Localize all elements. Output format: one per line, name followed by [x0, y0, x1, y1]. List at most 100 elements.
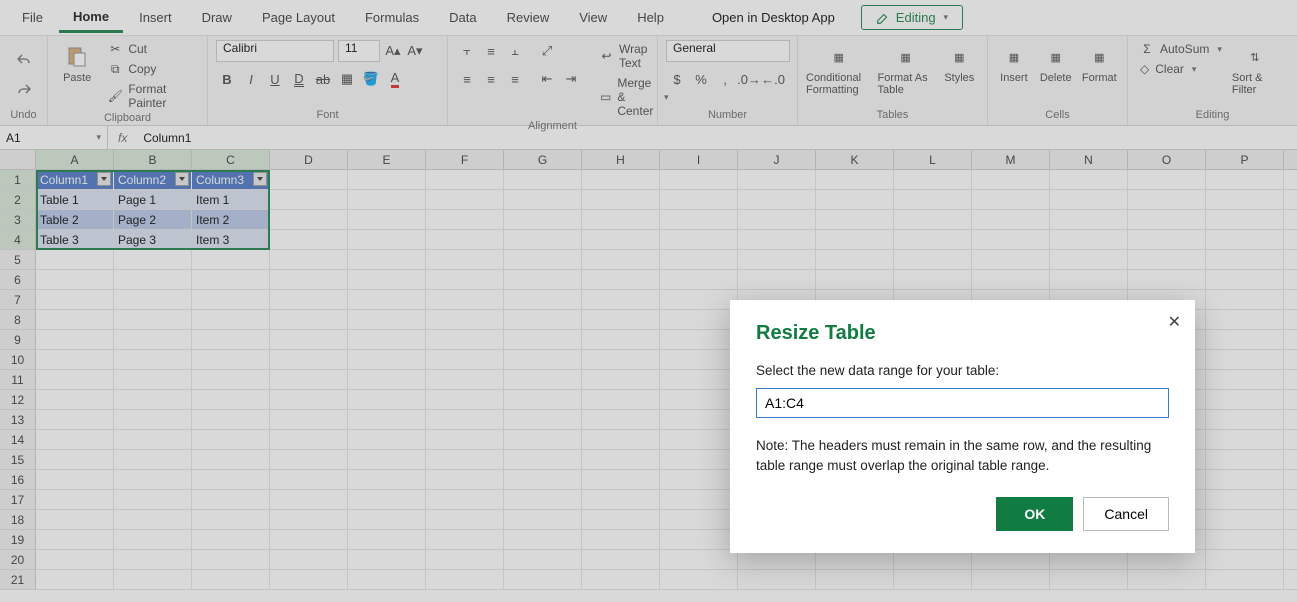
cell-J20[interactable] [738, 550, 816, 570]
cell-A21[interactable] [36, 570, 114, 590]
cell-D7[interactable] [270, 290, 348, 310]
cell-Q2[interactable] [1284, 190, 1297, 210]
cell-I18[interactable] [660, 510, 738, 530]
cell-I20[interactable] [660, 550, 738, 570]
cell-P17[interactable] [1206, 490, 1284, 510]
cell-C7[interactable] [192, 290, 270, 310]
col-head-M[interactable]: M [972, 150, 1050, 170]
cell-D11[interactable] [270, 370, 348, 390]
cell-H9[interactable] [582, 330, 660, 350]
cell-Q3[interactable] [1284, 210, 1297, 230]
cell-E2[interactable] [348, 190, 426, 210]
cell-B12[interactable] [114, 390, 192, 410]
cell-F8[interactable] [426, 310, 504, 330]
cell-Q18[interactable] [1284, 510, 1297, 530]
cell-E19[interactable] [348, 530, 426, 550]
cell-Q21[interactable] [1284, 570, 1297, 590]
cell-O21[interactable] [1128, 570, 1206, 590]
cell-M1[interactable] [972, 170, 1050, 190]
decrease-font-icon[interactable]: A▾ [406, 40, 424, 62]
cell-H15[interactable] [582, 450, 660, 470]
cell-O3[interactable] [1128, 210, 1206, 230]
col-head-I[interactable]: I [660, 150, 738, 170]
cell-F15[interactable] [426, 450, 504, 470]
cell-P14[interactable] [1206, 430, 1284, 450]
col-head-D[interactable]: D [270, 150, 348, 170]
cell-M20[interactable] [972, 550, 1050, 570]
menu-insert[interactable]: Insert [125, 4, 186, 31]
cell-H18[interactable] [582, 510, 660, 530]
italic-button[interactable]: I [240, 68, 262, 90]
filter-dropdown-icon[interactable] [175, 172, 189, 186]
cell-L20[interactable] [894, 550, 972, 570]
cell-Q5[interactable] [1284, 250, 1297, 270]
cell-O5[interactable] [1128, 250, 1206, 270]
cell-E11[interactable] [348, 370, 426, 390]
menu-draw[interactable]: Draw [188, 4, 246, 31]
cell-N21[interactable] [1050, 570, 1128, 590]
cell-G18[interactable] [504, 510, 582, 530]
cell-L21[interactable] [894, 570, 972, 590]
borders-button[interactable]: ▦ [336, 68, 358, 90]
cell-H11[interactable] [582, 370, 660, 390]
cell-A15[interactable] [36, 450, 114, 470]
row-head-2[interactable]: 2 [0, 190, 36, 210]
cell-Q19[interactable] [1284, 530, 1297, 550]
cell-G16[interactable] [504, 470, 582, 490]
cell-D16[interactable] [270, 470, 348, 490]
cell-H13[interactable] [582, 410, 660, 430]
cell-C4[interactable]: Item 3 [192, 230, 270, 250]
cell-I10[interactable] [660, 350, 738, 370]
cell-B10[interactable] [114, 350, 192, 370]
format-cells-button[interactable]: ▦Format [1080, 40, 1119, 84]
col-head-O[interactable]: O [1128, 150, 1206, 170]
cell-B15[interactable] [114, 450, 192, 470]
cell-I6[interactable] [660, 270, 738, 290]
cell-H2[interactable] [582, 190, 660, 210]
cell-N1[interactable] [1050, 170, 1128, 190]
undo-button[interactable] [13, 49, 35, 71]
cell-A12[interactable] [36, 390, 114, 410]
cell-M4[interactable] [972, 230, 1050, 250]
cell-K1[interactable] [816, 170, 894, 190]
row-head-14[interactable]: 14 [0, 430, 36, 450]
cell-L6[interactable] [894, 270, 972, 290]
menu-page-layout[interactable]: Page Layout [248, 4, 349, 31]
cell-A14[interactable] [36, 430, 114, 450]
cell-D15[interactable] [270, 450, 348, 470]
col-head-Q[interactable]: Q [1284, 150, 1297, 170]
cell-H16[interactable] [582, 470, 660, 490]
cell-E18[interactable] [348, 510, 426, 530]
row-head-8[interactable]: 8 [0, 310, 36, 330]
cell-H5[interactable] [582, 250, 660, 270]
cell-M6[interactable] [972, 270, 1050, 290]
align-bottom-icon[interactable]: ⫠ [504, 40, 526, 62]
cell-P12[interactable] [1206, 390, 1284, 410]
cell-E4[interactable] [348, 230, 426, 250]
row-head-9[interactable]: 9 [0, 330, 36, 350]
cell-K4[interactable] [816, 230, 894, 250]
cell-P3[interactable] [1206, 210, 1284, 230]
cell-G10[interactable] [504, 350, 582, 370]
cell-P8[interactable] [1206, 310, 1284, 330]
cell-G8[interactable] [504, 310, 582, 330]
cell-D21[interactable] [270, 570, 348, 590]
cell-B18[interactable] [114, 510, 192, 530]
cell-P9[interactable] [1206, 330, 1284, 350]
cell-E9[interactable] [348, 330, 426, 350]
close-button[interactable]: ✕ [1168, 312, 1181, 332]
font-size-select[interactable]: 11 [338, 40, 380, 62]
redo-button[interactable] [13, 79, 35, 101]
cell-C2[interactable]: Item 1 [192, 190, 270, 210]
cell-D2[interactable] [270, 190, 348, 210]
cell-B14[interactable] [114, 430, 192, 450]
cell-D18[interactable] [270, 510, 348, 530]
col-head-L[interactable]: L [894, 150, 972, 170]
col-head-K[interactable]: K [816, 150, 894, 170]
cell-B1[interactable]: Column2 [114, 170, 192, 190]
cell-C9[interactable] [192, 330, 270, 350]
cell-I11[interactable] [660, 370, 738, 390]
cell-H20[interactable] [582, 550, 660, 570]
cell-P5[interactable] [1206, 250, 1284, 270]
cell-K20[interactable] [816, 550, 894, 570]
